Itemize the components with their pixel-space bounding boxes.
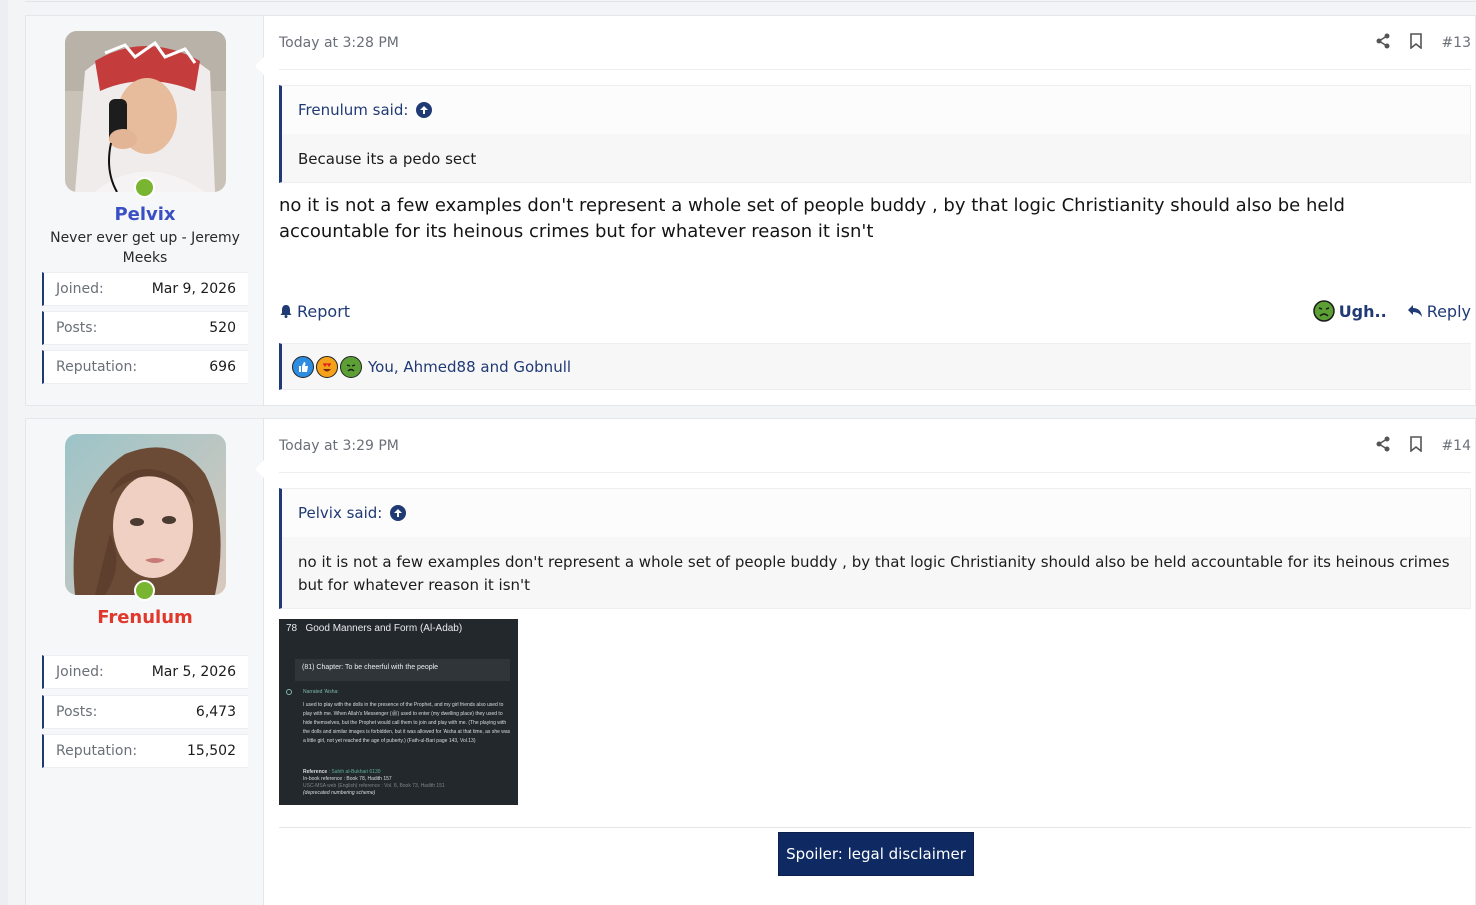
stat-value: Mar 5, 2026	[151, 664, 236, 680]
bell-icon	[280, 305, 292, 318]
quote-author[interactable]: Pelvix said:	[298, 504, 382, 522]
user-cell: Frenulum Joined: Mar 5, 2026 Posts: 6,47…	[26, 419, 264, 905]
post-number[interactable]: #13	[1441, 35, 1471, 51]
stat-label: Reputation:	[56, 359, 138, 375]
post-date[interactable]: Today at 3:29 PM	[279, 438, 399, 454]
share-icon[interactable]	[1375, 436, 1391, 456]
reactions-text[interactable]: You, Ahmed88 and Gobnull	[368, 358, 571, 376]
arrow-up-icon[interactable]	[416, 102, 433, 118]
stat-value: 520	[209, 320, 236, 336]
attachment-title: 78 Good Manners and Form (Al-Adab)	[286, 623, 463, 634]
stat-reputation: Reputation: 696	[42, 350, 248, 384]
share-icon[interactable]	[1375, 33, 1391, 53]
content-divider	[279, 827, 1471, 828]
message-arrow	[255, 56, 265, 76]
avatar[interactable]	[65, 434, 226, 595]
header-divider	[279, 69, 1471, 70]
stat-value: 696	[209, 359, 236, 375]
stat-label: Reputation:	[56, 743, 138, 759]
username[interactable]: Pelvix	[26, 204, 264, 225]
attachment-references: Reference : Sahih al-Bukhari 6130 In-boo…	[303, 769, 445, 796]
page-gutter	[0, 0, 8, 905]
quote-block: Pelvix said: no it is not a few examples…	[279, 488, 1471, 609]
stat-reputation: Reputation: 15,502	[42, 734, 248, 768]
stat-value: 6,473	[195, 704, 236, 720]
stat-posts: Posts: 520	[42, 311, 248, 345]
quote-header: Pelvix said:	[282, 489, 1470, 537]
stat-label: Joined:	[56, 281, 104, 297]
post-main: Today at 3:29 PM #14 Pelvix said: no it …	[255, 419, 1475, 905]
post-13: Pelvix Never ever get up - Jeremy Meeks …	[25, 15, 1476, 406]
stat-label: Posts:	[56, 704, 98, 720]
spoiler-button[interactable]: Spoiler: legal disclaimer	[778, 832, 974, 876]
like-icon	[292, 355, 314, 378]
post-main: Today at 3:28 PM #13 Frenulum said: Beca…	[255, 16, 1475, 405]
react-label: Ugh..	[1338, 301, 1387, 321]
online-indicator	[134, 580, 155, 601]
actions-right: Ugh.. Reply	[1312, 300, 1471, 322]
reply-label: Reply	[1426, 301, 1471, 321]
post-number[interactable]: #14	[1441, 438, 1471, 454]
report-button[interactable]: Report	[279, 302, 350, 321]
bookmark-icon[interactable]	[1409, 436, 1423, 456]
attachment-chapter: (81) Chapter: To be cheerful with the pe…	[295, 659, 510, 681]
stat-label: Joined:	[56, 664, 104, 680]
sick-icon	[340, 355, 362, 378]
post-body: no it is not a few examples don't repres…	[279, 195, 1345, 242]
stat-joined: Joined: Mar 9, 2026	[42, 272, 248, 306]
arrow-up-icon[interactable]	[390, 505, 407, 521]
bullet-icon	[286, 689, 292, 695]
sick-face-icon	[1312, 300, 1335, 322]
online-indicator	[134, 177, 155, 198]
attachment-text: I used to play with the dolls in the pre…	[303, 702, 511, 744]
post-date[interactable]: Today at 3:28 PM	[279, 35, 399, 51]
quote-author[interactable]: Frenulum said:	[298, 101, 408, 119]
reactions-bar[interactable]: You, Ahmed88 and Gobnull	[279, 343, 1471, 390]
user-title: Never ever get up - Jeremy Meeks	[50, 230, 240, 266]
stat-joined: Joined: Mar 5, 2026	[42, 655, 248, 689]
stat-label: Posts:	[56, 320, 98, 336]
avatar[interactable]	[65, 31, 226, 192]
top-divider	[25, 0, 1476, 2]
username[interactable]: Frenulum	[26, 607, 264, 628]
attachment-image[interactable]: 78 Good Manners and Form (Al-Adab) (81) …	[279, 619, 518, 805]
report-label: Report	[297, 301, 351, 321]
header-divider	[279, 472, 1471, 473]
post-14: Frenulum Joined: Mar 5, 2026 Posts: 6,47…	[25, 418, 1476, 905]
bookmark-icon[interactable]	[1409, 33, 1423, 53]
reply-icon	[1407, 305, 1422, 317]
react-button[interactable]: Ugh..	[1312, 300, 1387, 322]
quote-text: Because its a pedo sect	[298, 150, 477, 168]
attachment-narrator: Narrated 'Aisha:	[303, 689, 339, 695]
post-tools: #13	[1375, 33, 1471, 53]
stat-value: 15,502	[187, 743, 236, 759]
quote-header: Frenulum said:	[282, 86, 1470, 134]
message-arrow	[255, 459, 265, 479]
reply-button[interactable]: Reply	[1407, 302, 1471, 321]
post-tools: #14	[1375, 436, 1471, 456]
love-icon	[316, 355, 338, 378]
stat-posts: Posts: 6,473	[42, 695, 248, 729]
user-cell: Pelvix Never ever get up - Jeremy Meeks …	[26, 16, 264, 405]
post-actions: Report Ugh.. Reply	[279, 300, 1471, 322]
stat-value: Mar 9, 2026	[151, 281, 236, 297]
quote-text: no it is not a few examples don't repres…	[298, 553, 1450, 594]
quote-block: Frenulum said: Because its a pedo sect	[279, 85, 1471, 183]
